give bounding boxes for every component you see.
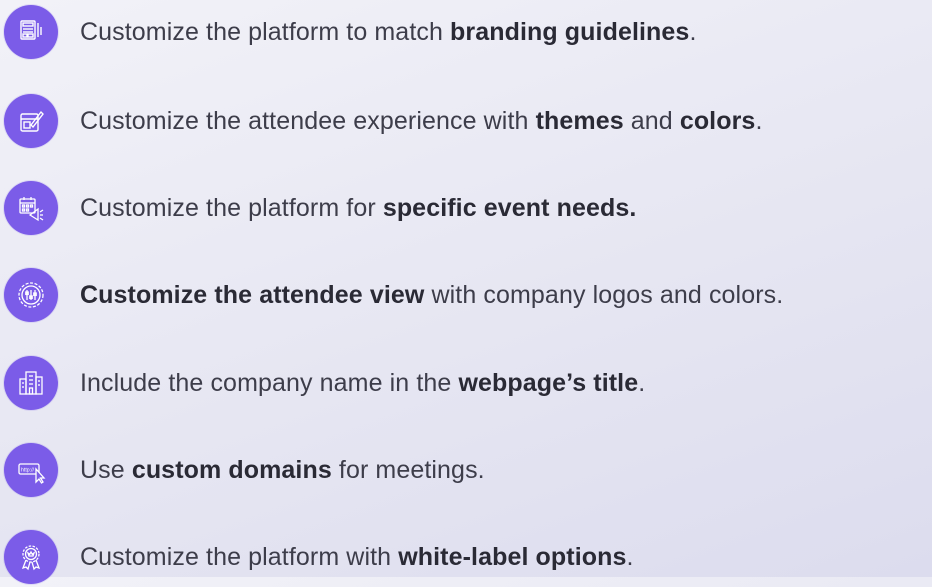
event-calendar-megaphone-icon: [4, 181, 58, 235]
feature-text: Customize the platform for specific even…: [80, 193, 637, 222]
edit-theme-icon: [4, 94, 58, 148]
branding-document-icon: [4, 5, 58, 59]
settings-sliders-gear-icon: [4, 268, 58, 322]
feature-text: Customize the platform to match branding…: [80, 17, 697, 46]
feature-text: Customize the platform with white-label …: [80, 542, 634, 571]
http-cursor-icon: http://: [4, 443, 58, 497]
award-badge-icon: [4, 530, 58, 584]
company-building-icon: [4, 356, 58, 410]
feature-text: Use custom domains for meetings.: [80, 455, 485, 484]
feature-list: Customize the platform to match branding…: [0, 0, 932, 584]
feature-text: Customize the attendee experience with t…: [80, 106, 763, 135]
http-label: http://: [21, 468, 35, 474]
feature-text: Customize the attendee view with company…: [80, 280, 784, 309]
feature-text: Include the company name in the webpage’…: [80, 368, 646, 397]
